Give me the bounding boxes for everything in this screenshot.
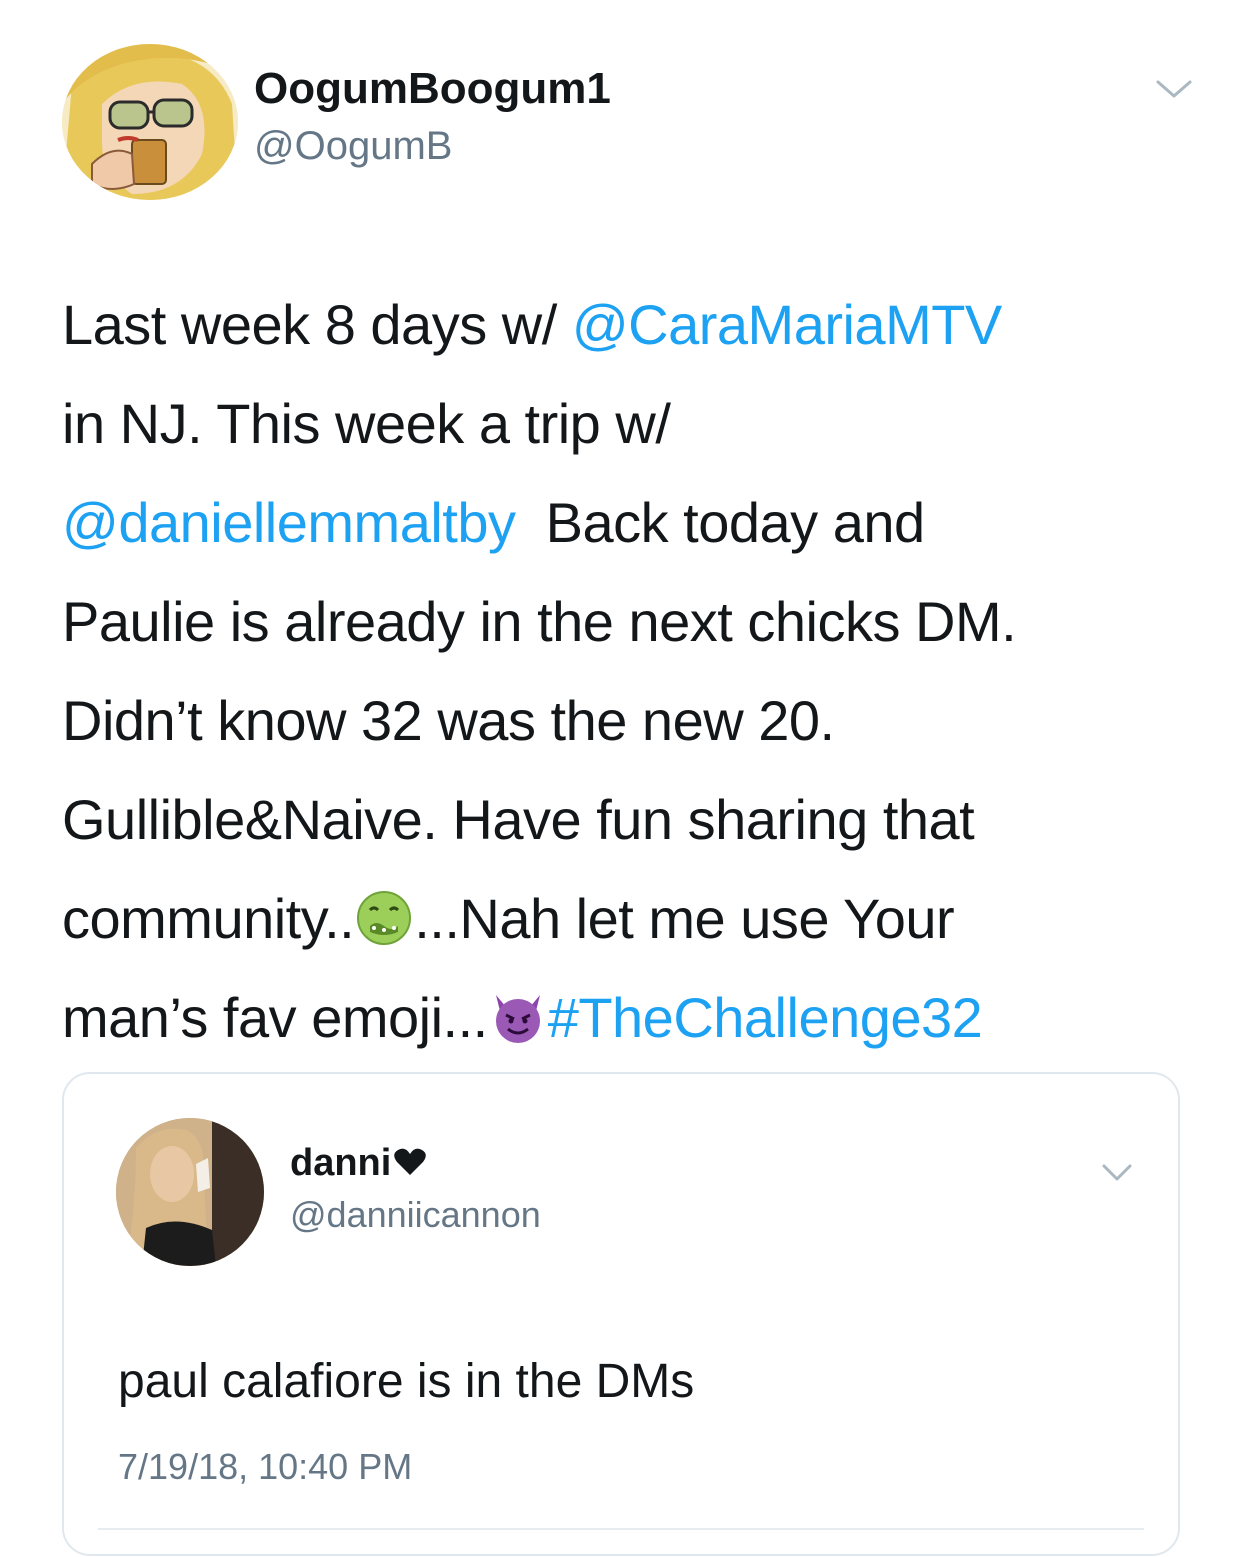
mention-link[interactable]: @daniellemmaltby [62,491,516,554]
hashtag-link[interactable]: #TheChallenge32 [548,986,983,1049]
tweet-line: community.. ...Nah let me use Your [62,869,1182,968]
tweet-text-segment: ...Nah let me use Your [414,887,955,950]
divider [98,1528,1144,1530]
tweet-text-segment: man’s fav emoji... [62,986,488,1049]
mention-link[interactable]: @CaraMariaMTV [572,293,1002,356]
tweet-line: man’s fav emoji... #TheChallenge32 [62,968,1182,1067]
tweet-text-segment: community.. [62,887,355,950]
quoted-display-name-text: danni [290,1142,392,1184]
quoted-handle[interactable]: @danniicannon [290,1194,541,1236]
tweet-text-segment: Last week 8 days w/ [62,293,572,356]
tweet-text-segment: Paulie is already in the next chicks DM. [62,590,1017,653]
profile-photo-icon [116,1118,264,1266]
tweet-text: Last week 8 days w/ @CaraMariaMTV in NJ.… [62,275,1182,1067]
quoted-author-avatar[interactable] [116,1118,264,1266]
tweet-line: Last week 8 days w/ @CaraMariaMTV [62,275,1182,374]
chevron-down-icon[interactable] [1154,74,1194,104]
tweet-text-segment: Didn’t know 32 was the new 20. [62,689,835,752]
quoted-display-name[interactable]: danni [290,1142,427,1185]
comic-woman-avatar-icon [62,44,238,200]
quoted-tweet-card[interactable]: danni @danniicannon paul calafiore is in… [62,1072,1180,1556]
tweet-line: @daniellemmaltby Back today and [62,473,1182,572]
tweet-line: Didn’t know 32 was the new 20. [62,671,1182,770]
quoted-tweet-text: paul calafiore is in the DMs [118,1355,695,1408]
smiling-devil-emoji [495,995,540,1043]
tweet-line: Gullible&Naive. Have fun sharing that [62,770,1182,869]
author-display-name[interactable]: OogumBoogum1 [254,64,611,114]
tweet-text-segment: Gullible&Naive. Have fun sharing that [62,788,975,851]
quoted-timestamp[interactable]: 7/19/18, 10:40 PM [118,1446,412,1488]
nauseated-face-emoji [357,891,412,945]
chevron-down-icon[interactable] [1100,1160,1134,1186]
tweet-header: OogumBoogum1 @OogumB [62,44,1192,204]
tweet-line: in NJ. This week a trip w/ [62,374,1182,473]
tweet-line: Paulie is already in the next chicks DM. [62,572,1182,671]
tweet-text-segment: in NJ. This week a trip w/ [62,392,671,455]
author-handle[interactable]: @OogumB [254,124,452,169]
tweet-text-segment: Back today and [515,491,926,554]
heart-icon [394,1148,427,1175]
author-avatar[interactable] [62,44,238,200]
